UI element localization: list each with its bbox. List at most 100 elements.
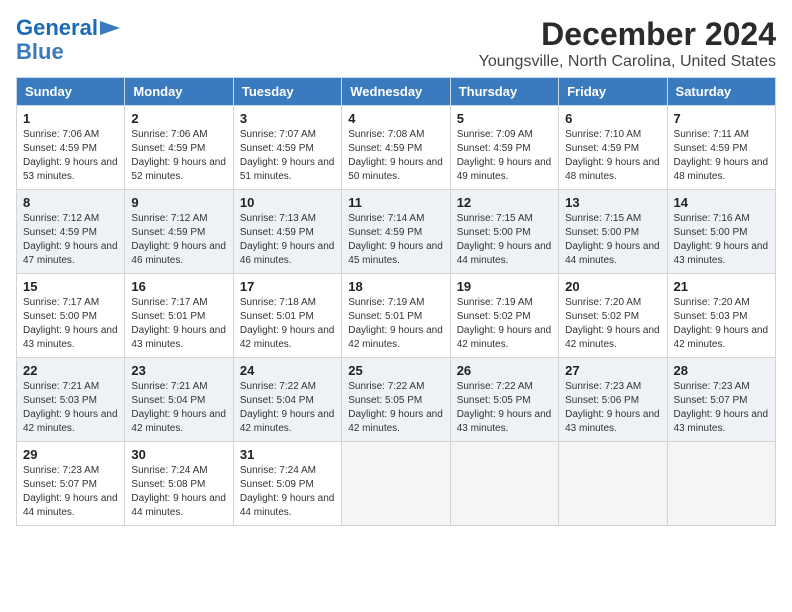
day-info: Sunrise: 7:08 AMSunset: 4:59 PMDaylight:… <box>348 128 443 184</box>
day-number: 17 <box>240 279 335 294</box>
day-number: 6 <box>565 111 660 126</box>
table-row: 31 Sunrise: 7:24 AMSunset: 5:09 PMDayligh… <box>233 442 341 526</box>
day-info: Sunrise: 7:06 AMSunset: 4:59 PMDaylight:… <box>23 128 118 184</box>
weekday-header-sunday: Sunday <box>17 78 125 106</box>
day-info: Sunrise: 7:10 AMSunset: 4:59 PMDaylight:… <box>565 128 660 184</box>
day-info: Sunrise: 7:23 AMSunset: 5:06 PMDaylight:… <box>565 380 660 436</box>
day-info: Sunrise: 7:06 AMSunset: 4:59 PMDaylight:… <box>131 128 226 184</box>
logo-arrow-icon <box>100 21 120 35</box>
table-row: 13 Sunrise: 7:15 AMSunset: 5:00 PMDayligh… <box>559 190 667 274</box>
day-number: 20 <box>565 279 660 294</box>
table-row: 15 Sunrise: 7:17 AMSunset: 5:00 PMDayligh… <box>17 274 125 358</box>
weekday-header-monday: Monday <box>125 78 233 106</box>
table-row: 10 Sunrise: 7:13 AMSunset: 4:59 PMDayligh… <box>233 190 341 274</box>
table-row: 22 Sunrise: 7:21 AMSunset: 5:03 PMDayligh… <box>17 358 125 442</box>
day-number: 25 <box>348 363 443 378</box>
day-number: 19 <box>457 279 552 294</box>
calendar-week-row: 1Sunrise: 7:06 AMSunset: 4:59 PMDaylight… <box>17 106 776 190</box>
weekday-header-friday: Friday <box>559 78 667 106</box>
day-number: 8 <box>23 195 118 210</box>
day-info: Sunrise: 7:15 AMSunset: 5:00 PMDaylight:… <box>565 212 660 268</box>
day-info: Sunrise: 7:24 AMSunset: 5:09 PMDaylight:… <box>240 464 335 520</box>
day-number: 10 <box>240 195 335 210</box>
table-row: 18 Sunrise: 7:19 AMSunset: 5:01 PMDayligh… <box>342 274 450 358</box>
day-info: Sunrise: 7:23 AMSunset: 5:07 PMDaylight:… <box>23 464 118 520</box>
table-row: 25Sunrise: 7:22 AMSunset: 5:05 PMDayligh… <box>342 358 450 442</box>
table-row: 28 Sunrise: 7:23 AMSunset: 5:07 PMDayligh… <box>667 358 775 442</box>
logo: General Blue <box>16 16 120 64</box>
day-number: 4 <box>348 111 443 126</box>
table-row: 8 Sunrise: 7:12 AMSunset: 4:59 PMDaylight… <box>17 190 125 274</box>
logo-blue: Blue <box>16 40 64 64</box>
day-number: 18 <box>348 279 443 294</box>
weekday-header-wednesday: Wednesday <box>342 78 450 106</box>
day-info: Sunrise: 7:07 AMSunset: 4:59 PMDaylight:… <box>240 128 335 184</box>
logo-text: General <box>16 16 98 40</box>
day-number: 3 <box>240 111 335 126</box>
day-number: 31 <box>240 447 335 462</box>
day-info: Sunrise: 7:21 AMSunset: 5:04 PMDaylight:… <box>131 380 226 436</box>
day-info: Sunrise: 7:24 AMSunset: 5:08 PMDaylight:… <box>131 464 226 520</box>
weekday-header-row: SundayMondayTuesdayWednesdayThursdayFrid… <box>17 78 776 106</box>
day-number: 22 <box>23 363 118 378</box>
calendar: SundayMondayTuesdayWednesdayThursdayFrid… <box>16 77 776 526</box>
day-info: Sunrise: 7:23 AMSunset: 5:07 PMDaylight:… <box>674 380 769 436</box>
day-info: Sunrise: 7:14 AMSunset: 4:59 PMDaylight:… <box>348 212 443 268</box>
day-number: 27 <box>565 363 660 378</box>
table-row: 20 Sunrise: 7:20 AMSunset: 5:02 PMDayligh… <box>559 274 667 358</box>
day-info: Sunrise: 7:12 AMSunset: 4:59 PMDaylight:… <box>131 212 226 268</box>
title-block: December 2024 Youngsville, North Carolin… <box>479 16 776 71</box>
table-row <box>667 442 775 526</box>
table-row: 3 Sunrise: 7:07 AMSunset: 4:59 PMDaylight… <box>233 106 341 190</box>
day-number: 26 <box>457 363 552 378</box>
weekday-header-saturday: Saturday <box>667 78 775 106</box>
table-row: 4 Sunrise: 7:08 AMSunset: 4:59 PMDaylight… <box>342 106 450 190</box>
table-row: 12Sunrise: 7:15 AMSunset: 5:00 PMDayligh… <box>450 190 558 274</box>
day-number: 30 <box>131 447 226 462</box>
day-info: Sunrise: 7:13 AMSunset: 4:59 PMDaylight:… <box>240 212 335 268</box>
day-info: Sunrise: 7:16 AMSunset: 5:00 PMDaylight:… <box>674 212 769 268</box>
day-number: 7 <box>674 111 769 126</box>
day-info: Sunrise: 7:17 AMSunset: 5:01 PMDaylight:… <box>131 296 226 352</box>
table-row <box>450 442 558 526</box>
table-row: 7 Sunrise: 7:11 AMSunset: 4:59 PMDaylight… <box>667 106 775 190</box>
day-info: Sunrise: 7:09 AMSunset: 4:59 PMDaylight:… <box>457 128 552 184</box>
calendar-week-row: 15 Sunrise: 7:17 AMSunset: 5:00 PMDayligh… <box>17 274 776 358</box>
day-info: Sunrise: 7:11 AMSunset: 4:59 PMDaylight:… <box>674 128 769 184</box>
day-info: Sunrise: 7:19 AMSunset: 5:01 PMDaylight:… <box>348 296 443 352</box>
table-row <box>559 442 667 526</box>
day-number: 13 <box>565 195 660 210</box>
day-number: 11 <box>348 195 443 210</box>
table-row: 29 Sunrise: 7:23 AMSunset: 5:07 PMDayligh… <box>17 442 125 526</box>
month-title: December 2024 <box>479 16 776 53</box>
table-row: 23 Sunrise: 7:21 AMSunset: 5:04 PMDayligh… <box>125 358 233 442</box>
day-number: 24 <box>240 363 335 378</box>
weekday-header-tuesday: Tuesday <box>233 78 341 106</box>
table-row: 14 Sunrise: 7:16 AMSunset: 5:00 PMDayligh… <box>667 190 775 274</box>
table-row: 1Sunrise: 7:06 AMSunset: 4:59 PMDaylight… <box>17 106 125 190</box>
table-row: 27 Sunrise: 7:23 AMSunset: 5:06 PMDayligh… <box>559 358 667 442</box>
table-row: 19Sunrise: 7:19 AMSunset: 5:02 PMDayligh… <box>450 274 558 358</box>
day-info: Sunrise: 7:18 AMSunset: 5:01 PMDaylight:… <box>240 296 335 352</box>
weekday-header-thursday: Thursday <box>450 78 558 106</box>
day-number: 21 <box>674 279 769 294</box>
day-number: 23 <box>131 363 226 378</box>
day-info: Sunrise: 7:20 AMSunset: 5:02 PMDaylight:… <box>565 296 660 352</box>
day-number: 9 <box>131 195 226 210</box>
table-row: 17 Sunrise: 7:18 AMSunset: 5:01 PMDayligh… <box>233 274 341 358</box>
day-number: 28 <box>674 363 769 378</box>
day-number: 16 <box>131 279 226 294</box>
day-number: 2 <box>131 111 226 126</box>
day-info: Sunrise: 7:22 AMSunset: 5:04 PMDaylight:… <box>240 380 335 436</box>
day-number: 29 <box>23 447 118 462</box>
day-info: Sunrise: 7:21 AMSunset: 5:03 PMDaylight:… <box>23 380 118 436</box>
day-number: 15 <box>23 279 118 294</box>
table-row: 16 Sunrise: 7:17 AMSunset: 5:01 PMDayligh… <box>125 274 233 358</box>
day-info: Sunrise: 7:22 AMSunset: 5:05 PMDaylight:… <box>457 380 552 436</box>
day-info: Sunrise: 7:17 AMSunset: 5:00 PMDaylight:… <box>23 296 118 352</box>
logo-general: General <box>16 15 98 40</box>
day-info: Sunrise: 7:12 AMSunset: 4:59 PMDaylight:… <box>23 212 118 268</box>
day-number: 14 <box>674 195 769 210</box>
day-number: 5 <box>457 111 552 126</box>
calendar-week-row: 22 Sunrise: 7:21 AMSunset: 5:03 PMDayligh… <box>17 358 776 442</box>
